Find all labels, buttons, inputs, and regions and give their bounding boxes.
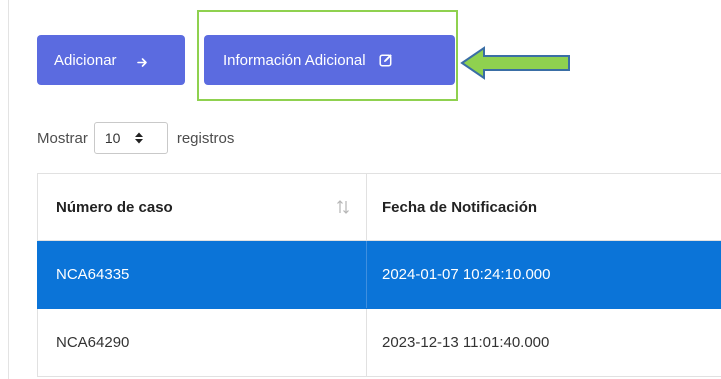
add-button-label: Adicionar xyxy=(54,51,117,69)
green-arrow-icon xyxy=(460,45,572,81)
length-menu-suffix: registros xyxy=(176,129,235,147)
column-header-label: Fecha de Notificación xyxy=(382,198,538,216)
sort-icon xyxy=(336,199,350,215)
select-arrows-icon xyxy=(134,131,144,145)
add-button[interactable]: Adicionar xyxy=(37,35,185,85)
table-row[interactable]: NCA64290 2023-12-13 11:01:40.000 xyxy=(37,309,721,377)
content-left-border xyxy=(8,0,9,379)
column-header-label: Número de caso xyxy=(56,198,173,216)
notification-date-cell: 2024-01-07 10:24:10.000 xyxy=(382,266,551,283)
table-header-row: Número de caso Fecha de Notificación xyxy=(37,173,721,241)
notification-date-cell: 2023-12-13 11:01:40.000 xyxy=(382,334,550,351)
column-header-notification-date[interactable]: Fecha de Notificación xyxy=(367,174,721,240)
column-header-case-number[interactable]: Número de caso xyxy=(37,174,367,240)
table-row[interactable]: NCA64335 2024-01-07 10:24:10.000 xyxy=(37,241,721,309)
records-per-page-select[interactable]: 10 xyxy=(93,122,168,154)
cases-table: Número de caso Fecha de Notificación NCA… xyxy=(37,173,721,377)
case-number-cell: NCA64335 xyxy=(37,241,367,308)
length-menu: Mostrar 10 registros xyxy=(37,120,234,156)
case-number-cell: NCA64290 xyxy=(37,309,367,376)
records-per-page-value: 10 xyxy=(104,130,121,146)
length-menu-prefix: Mostrar xyxy=(37,129,88,147)
arrow-right-icon xyxy=(136,55,148,67)
highlight-box xyxy=(197,10,458,101)
